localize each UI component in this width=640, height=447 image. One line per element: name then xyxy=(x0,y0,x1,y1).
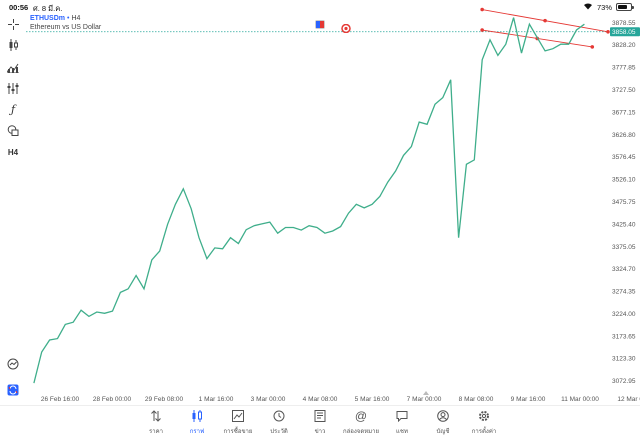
alert-badge-icon[interactable] xyxy=(341,20,351,34)
time-tick-label: 28 Feb 00:00 xyxy=(93,396,132,403)
account-icon xyxy=(437,409,449,423)
symbol-header[interactable]: ETHUSDm • H4 Ethereum vs US Dollar xyxy=(30,14,101,32)
arrows-updown-icon xyxy=(150,409,162,423)
price-tick-label: 3475.75 xyxy=(612,199,636,206)
nav-chart[interactable]: กราฟ xyxy=(175,409,219,436)
history-icon xyxy=(273,409,285,423)
mail-at-icon: @ xyxy=(354,409,368,423)
function-icon[interactable]: ƒ xyxy=(4,101,22,117)
price-tick-label: 3123.30 xyxy=(612,356,636,363)
clock: 00:56 xyxy=(9,3,29,12)
nav-account[interactable]: บัญชี xyxy=(421,409,465,436)
bottom-navigation: ราคา กราฟ การซื้อขาย ประวัติ ข่าว @ กล่อ… xyxy=(0,405,640,447)
trade-chart-icon xyxy=(232,409,244,423)
shapes-icon[interactable] xyxy=(4,122,22,138)
indicators-icon[interactable] xyxy=(4,59,22,75)
symbol-ticker: ETHUSDm xyxy=(30,15,66,22)
news-icon xyxy=(314,409,326,423)
time-tick-label: 29 Feb 08:00 xyxy=(145,396,184,403)
price-tick-label: 3224.00 xyxy=(612,311,636,318)
time-tick-label: 8 Mar 08:00 xyxy=(459,396,494,403)
price-tick-label: 3425.40 xyxy=(612,221,636,228)
time-axis: 26 Feb 16:00 28 Feb 00:00 29 Feb 08:00 1 Ma… xyxy=(41,396,640,403)
price-tick-label: 3173.65 xyxy=(612,333,636,340)
price-tick-label: 3878.55 xyxy=(612,20,636,27)
price-tick-label: 3828.20 xyxy=(612,42,636,49)
timeframe-button[interactable]: H4 xyxy=(4,144,22,160)
price-chart[interactable]: 3878.55 3828.20 3777.85 3727.50 3677.15 3626.… xyxy=(0,0,640,405)
price-tick-label: 3727.50 xyxy=(612,87,636,94)
price-tick-label: 3375.05 xyxy=(612,244,636,251)
candles-icon[interactable] xyxy=(4,37,22,53)
candles-icon xyxy=(191,409,203,423)
price-tick-label: 3576.45 xyxy=(612,154,636,161)
trendline-anchor[interactable] xyxy=(480,28,484,32)
nav-mailbox[interactable]: @ กล่องจดหมาย xyxy=(339,409,383,436)
drawing-toolbar: ƒ H4 xyxy=(0,14,26,400)
nav-news[interactable]: ข่าว xyxy=(298,409,342,436)
time-tick-label: 4 Mar 08:00 xyxy=(303,396,338,403)
crosshair-icon[interactable] xyxy=(4,16,22,32)
trendline-anchor[interactable] xyxy=(543,18,547,23)
price-tick-label: 3626.80 xyxy=(612,132,636,139)
price-tick-label: 3072.95 xyxy=(612,378,636,385)
time-tick-label: 9 Mar 16:00 xyxy=(511,396,546,403)
nav-settings[interactable]: การตั้งค่า xyxy=(462,409,506,436)
time-tick-label: 12 Mar 00 xyxy=(617,396,640,403)
nav-trade[interactable]: การซื้อขาย xyxy=(216,409,260,436)
chat-icon xyxy=(396,409,408,423)
price-tick-label: 3274.35 xyxy=(612,289,636,296)
price-tick-label: 3526.10 xyxy=(612,177,636,184)
trendline-anchor[interactable] xyxy=(606,29,610,34)
sync-icon[interactable] xyxy=(4,382,22,398)
time-tick-label: 26 Feb 16:00 xyxy=(41,396,80,403)
mobile-screen: 3878.55 3828.20 3777.85 3727.50 3677.15 3626.… xyxy=(0,0,640,447)
nav-chat[interactable]: แชท xyxy=(380,409,424,436)
trendline-anchor[interactable] xyxy=(590,45,595,49)
symbol-timeframe: H4 xyxy=(71,15,81,22)
trade-badge-icon[interactable] xyxy=(315,20,325,29)
price-tick-label: 3324.70 xyxy=(612,266,636,273)
battery-icon xyxy=(616,3,634,11)
battery-percent: 73% xyxy=(596,2,612,12)
price-tick-label: 3777.85 xyxy=(612,65,636,72)
settings-icon xyxy=(478,409,490,423)
objects-icon[interactable] xyxy=(4,80,22,96)
price-tick-label: 3677.15 xyxy=(612,109,636,116)
wifi-icon xyxy=(583,2,593,12)
price-axis: 3878.55 3828.20 3777.85 3727.50 3677.15 3626.… xyxy=(612,20,636,385)
status-bar: 00:56 ศ. 8 มี.ค. 73% xyxy=(0,0,640,14)
price-series-line xyxy=(33,17,585,384)
zoom-icon[interactable] xyxy=(4,356,22,372)
nav-quotes[interactable]: ราคา xyxy=(134,409,178,436)
nav-history[interactable]: ประวัติ xyxy=(257,409,301,436)
status-right: 73% xyxy=(583,2,634,12)
time-tick-label: 11 Mar 00:00 xyxy=(561,396,599,403)
time-tick-label: 3 Mar 00:00 xyxy=(251,396,286,403)
time-tick-label: 1 Mar 16:00 xyxy=(199,396,234,403)
time-cursor-marker-icon[interactable] xyxy=(423,391,429,395)
time-tick-label: 5 Mar 16:00 xyxy=(355,396,390,403)
time-tick-label: 7 Mar 00:00 xyxy=(407,396,442,403)
current-price-value: 3858.05 xyxy=(612,29,636,36)
symbol-description: Ethereum vs US Dollar xyxy=(30,24,102,31)
